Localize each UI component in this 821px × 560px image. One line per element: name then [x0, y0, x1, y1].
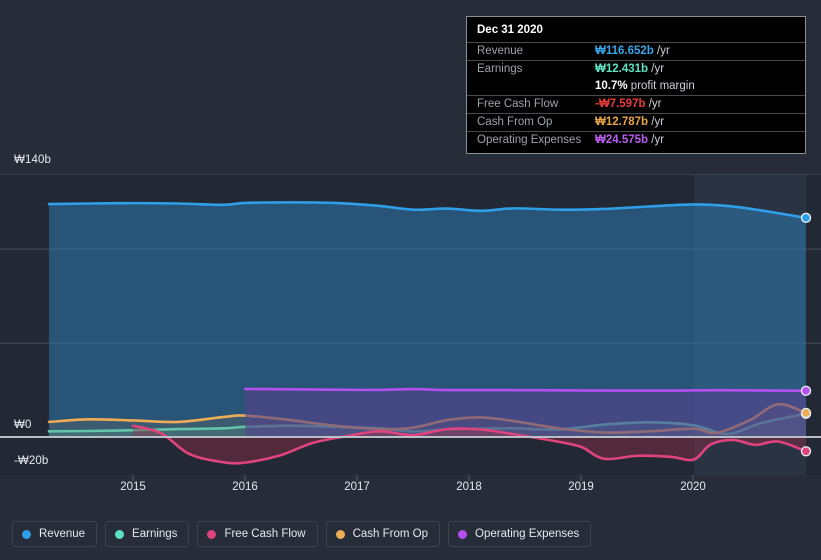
tooltip-row-key: Cash From Op: [477, 116, 553, 128]
legend-item-label: Cash From Op: [352, 528, 429, 540]
endpoint-marker-free-cash-flow[interactable]: [800, 446, 812, 457]
legend-item-earnings[interactable]: Earnings: [105, 521, 190, 547]
tooltip-rows: Revenue ₩116.652b /yr Earnings ₩12.431b /yr…: [467, 42, 805, 149]
endpoint-marker-revenue[interactable]: [800, 212, 812, 224]
legend-item-label: Earnings: [132, 528, 178, 540]
tooltip-title: Dec 31 2020: [477, 24, 543, 36]
tooltip-row-earnings: Earnings ₩12.431b /yr: [467, 60, 805, 78]
series-area-operating-expenses: [245, 388, 806, 437]
endpoint-marker-operating-expenses[interactable]: [800, 385, 812, 397]
legend-item-label: Operating Expenses: [475, 528, 580, 540]
tooltip-row-unit: profit margin: [627, 80, 695, 92]
legend-color-dot-icon: [335, 529, 345, 539]
tooltip-row-key: Free Cash Flow: [477, 98, 559, 110]
tooltip-row-key: Earnings: [477, 63, 523, 75]
legend-color-dot-icon: [207, 529, 217, 539]
tooltip-row-amount: ₩12.787b: [595, 116, 649, 128]
financial-chart-page: ₩140b ₩0 -₩20b 2015 2016 2017 2018 2019 2020 De…: [0, 0, 821, 560]
chart-svg: [0, 174, 821, 475]
legend-color-dot-icon: [115, 529, 125, 539]
legend-color-dot-icon: [22, 529, 31, 539]
tooltip-row-unit: /yr: [648, 63, 665, 75]
y-axis-tick-0: ₩140b: [14, 154, 51, 166]
x-axis-ticks: [132, 475, 694, 481]
chart-legend[interactable]: Revenue Earnings Free Cash Flow Cash From O…: [12, 521, 592, 547]
y-axis-tick-1: ₩0: [14, 419, 32, 431]
tooltip-row-cash-from-op: Cash From Op ₩12.787b /yr: [467, 113, 805, 131]
tooltip-row-unit: /yr: [653, 45, 670, 57]
tooltip-row-amount: ₩12.431b: [595, 63, 649, 75]
tooltip-row-unit: /yr: [648, 116, 665, 128]
tooltip-row-value: ₩24.575b /yr: [595, 134, 664, 146]
y-axis-tick-2: -₩20b: [14, 455, 49, 467]
chart-plot-area[interactable]: [0, 174, 821, 475]
legend-color-dot-icon: [458, 529, 468, 539]
series-line-operating-expenses: [243, 387, 808, 393]
tooltip-row-amount: ₩116.652b: [595, 45, 654, 57]
tooltip-row-value: ₩12.431b /yr: [595, 63, 664, 75]
tooltip-row-unit: /yr: [648, 134, 665, 146]
tooltip-row-key: Operating Expenses: [477, 134, 582, 146]
legend-item-cash-from-op[interactable]: Cash From Op: [325, 521, 441, 547]
legend-item-operating-expenses[interactable]: Operating Expenses: [448, 521, 592, 547]
tooltip-row-operating-expenses: Operating Expenses ₩24.575b /yr: [467, 131, 805, 149]
tooltip-row-amount: -₩7.597b: [595, 98, 646, 110]
tooltip-row-amount: 10.7%: [595, 80, 628, 92]
tooltip-row-value: 10.7% profit margin: [595, 80, 695, 92]
legend-item-revenue[interactable]: Revenue: [12, 521, 98, 547]
tooltip-row-value: ₩12.787b /yr: [595, 116, 664, 128]
series-operating-expenses: [243, 387, 808, 437]
chart-tooltip: Dec 31 2020 Revenue ₩116.652b /yr Earnings…: [466, 16, 806, 154]
tooltip-row-unit: /yr: [645, 98, 662, 110]
tooltip-row-profit-margin: 10.7% profit margin: [467, 78, 805, 95]
legend-item-free-cash-flow[interactable]: Free Cash Flow: [197, 521, 318, 547]
tooltip-row-revenue: Revenue ₩116.652b /yr: [467, 42, 805, 60]
tooltip-row-value: ₩116.652b /yr: [595, 45, 670, 57]
tooltip-row-amount: ₩24.575b: [595, 134, 649, 146]
legend-item-label: Revenue: [39, 528, 86, 540]
tooltip-row-key: Revenue: [477, 45, 524, 57]
legend-item-label: Free Cash Flow: [224, 528, 306, 540]
endpoint-marker-cash-from-op[interactable]: [800, 407, 812, 419]
tooltip-row-value: -₩7.597b /yr: [595, 98, 661, 110]
tooltip-row-free-cash-flow: Free Cash Flow -₩7.597b /yr: [467, 95, 805, 113]
